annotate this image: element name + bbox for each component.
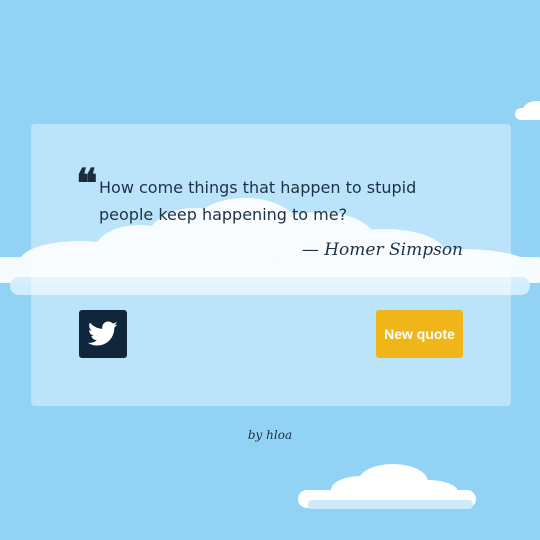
quote-text: How come things that happen to stupid pe… [99,178,417,224]
twitter-icon [88,321,118,346]
quote-card: ❝ How come things that happen to stupid … [31,124,511,406]
cloud-small-bottom [298,464,476,509]
tweet-button[interactable] [79,310,127,358]
footer-credit: by hloa [247,428,293,442]
cloud-corner [515,101,540,120]
new-quote-button[interactable]: New quote [376,310,463,358]
quote-author: — Homer Simpson [301,240,463,260]
page: { "quote": { "text": "How come things th… [0,0,540,540]
quote-mark-icon: ❝ [76,160,98,207]
